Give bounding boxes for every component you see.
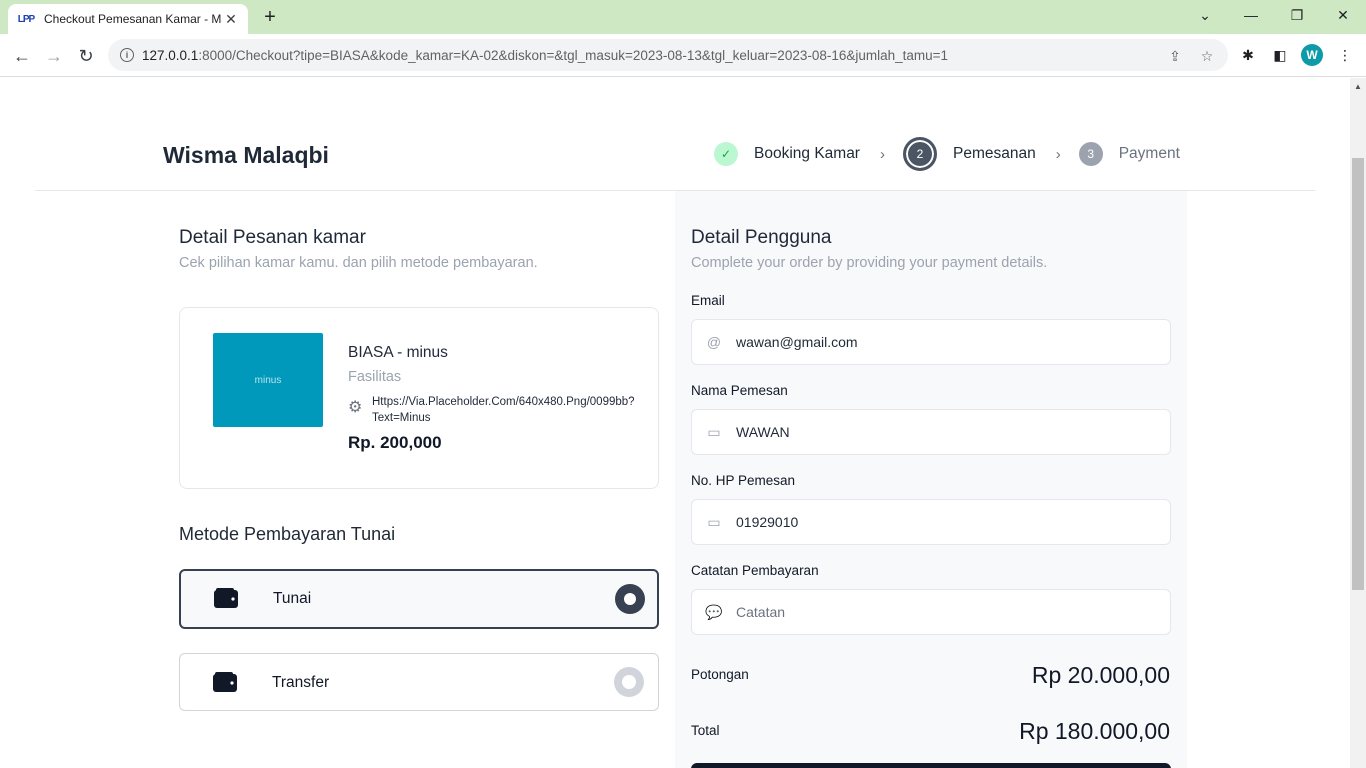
payment-option-tunai[interactable]: Tunai bbox=[179, 569, 659, 629]
page-scrollbar[interactable]: ▲ bbox=[1350, 78, 1366, 768]
side-panel-icon[interactable]: ◧ bbox=[1269, 44, 1291, 66]
total-value: Rp 180.000,00 bbox=[1019, 718, 1170, 744]
payment-method-title: Metode Pembayaran Tunai bbox=[179, 524, 396, 544]
room-name: BIASA - minus bbox=[348, 344, 448, 361]
discount-label: Potongan bbox=[691, 667, 749, 682]
browser-tab[interactable]: LPP Checkout Pemesanan Kamar - Malaqbi ✕ bbox=[8, 4, 248, 34]
close-window-icon[interactable]: ✕ bbox=[1320, 0, 1366, 30]
name-input[interactable] bbox=[736, 424, 1156, 440]
submit-button[interactable] bbox=[691, 763, 1171, 768]
radio-unselected[interactable] bbox=[614, 667, 644, 697]
restore-icon[interactable]: ❐ bbox=[1274, 0, 1320, 30]
step-upcoming-number: 3 bbox=[1078, 142, 1103, 166]
tab-close-icon[interactable]: ✕ bbox=[222, 10, 240, 28]
payment-option-label: Tunai bbox=[273, 590, 312, 607]
new-tab-plus-icon[interactable]: + bbox=[258, 5, 282, 29]
chat-bubbles-icon: 💬 bbox=[705, 603, 723, 620]
phone-field[interactable]: ▭ bbox=[691, 499, 1171, 545]
back-arrow-icon[interactable]: ← bbox=[8, 42, 36, 70]
wallet-icon bbox=[214, 588, 238, 608]
scroll-up-icon[interactable]: ▲ bbox=[1354, 82, 1362, 91]
payment-option-label: Transfer bbox=[272, 674, 330, 691]
tab-search-chevron-icon[interactable]: ⌄ bbox=[1182, 0, 1228, 30]
total-label: Total bbox=[691, 723, 720, 738]
notes-field[interactable]: 💬 bbox=[691, 589, 1171, 635]
brand-title: Wisma Malaqbi bbox=[163, 142, 329, 168]
scroll-thumb[interactable] bbox=[1352, 158, 1364, 590]
radio-selected[interactable] bbox=[615, 584, 645, 614]
room-facilities-label: Fasilitas bbox=[348, 369, 402, 385]
id-card-icon: ▭ bbox=[707, 423, 721, 440]
email-field[interactable]: @ bbox=[691, 319, 1171, 365]
room-image: minus bbox=[213, 333, 323, 427]
name-label: Nama Pemesan bbox=[691, 383, 788, 398]
id-card-icon: ▭ bbox=[707, 513, 721, 530]
notes-label: Catatan Pembayaran bbox=[691, 563, 819, 578]
step-active-number: 2 bbox=[902, 137, 937, 171]
at-sign-icon: @ bbox=[706, 334, 722, 350]
step-label-pemesanan: Pemesanan bbox=[952, 145, 1036, 162]
site-info-icon[interactable]: i bbox=[120, 48, 134, 62]
user-section-subtitle: Complete your order by providing your pa… bbox=[691, 255, 1048, 271]
gear-icon: ⚙ bbox=[348, 399, 363, 416]
bookmark-star-icon[interactable]: ☆ bbox=[1198, 47, 1216, 65]
order-section-title: Detail Pesanan kamar bbox=[179, 227, 366, 248]
wallet-icon bbox=[213, 672, 237, 692]
site-favicon-icon: LPP bbox=[17, 13, 35, 25]
name-field[interactable]: ▭ bbox=[691, 409, 1171, 455]
room-price: Rp. 200,000 bbox=[348, 433, 442, 452]
payment-option-transfer[interactable]: Transfer bbox=[179, 653, 659, 711]
phone-input[interactable] bbox=[736, 514, 1156, 530]
step-done-check-icon: ✓ bbox=[714, 142, 738, 166]
step-label-payment: Payment bbox=[1118, 145, 1180, 162]
reload-icon[interactable]: ↻ bbox=[72, 42, 100, 70]
notes-input[interactable] bbox=[736, 604, 1156, 620]
browser-toolbar: ← → ↻ i 127.0.0.1:8000/Checkout?tipe=BIA… bbox=[0, 34, 1366, 77]
forward-arrow-icon[interactable]: → bbox=[40, 42, 68, 70]
email-input[interactable] bbox=[736, 334, 1156, 350]
room-card: minus BIASA - minus Fasilitas ⚙ Https://… bbox=[179, 307, 659, 489]
profile-avatar[interactable]: W bbox=[1301, 44, 1323, 66]
step-label-booking: Booking Kamar bbox=[754, 145, 860, 162]
tab-title: Checkout Pemesanan Kamar - Malaqbi bbox=[44, 12, 222, 26]
checkout-stepper: ✓ Booking Kamar › 2 Pemesanan › 3 Paymen… bbox=[714, 137, 1180, 171]
step-chevron-icon: › bbox=[1055, 145, 1061, 163]
room-facilities-value: Https://Via.Placeholder.Com/640x480.Png/… bbox=[372, 396, 635, 424]
discount-value: Rp 20.000,00 bbox=[1031, 662, 1170, 688]
user-section-title: Detail Pengguna bbox=[691, 227, 832, 248]
browser-tab-strip: LPP Checkout Pemesanan Kamar - Malaqbi ✕… bbox=[0, 0, 1366, 34]
url-path: :8000/Checkout?tipe=BIASA&kode_kamar=KA-… bbox=[198, 47, 949, 63]
share-icon[interactable]: ⇪ bbox=[1166, 47, 1184, 65]
address-bar[interactable]: i 127.0.0.1:8000/Checkout?tipe=BIASA&kod… bbox=[108, 39, 1228, 71]
url-host: 127.0.0.1 bbox=[142, 47, 199, 63]
minimize-icon[interactable]: — bbox=[1228, 0, 1274, 30]
extensions-puzzle-icon[interactable]: ✱ bbox=[1237, 44, 1259, 66]
order-section-subtitle: Cek pilihan kamar kamu. dan pilih metode… bbox=[179, 255, 538, 271]
url-text: 127.0.0.1:8000/Checkout?tipe=BIASA&kode_… bbox=[142, 48, 948, 63]
step-chevron-icon: › bbox=[879, 145, 885, 163]
browser-menu-kebab-icon[interactable]: ⋮ bbox=[1334, 44, 1356, 66]
phone-label: No. HP Pemesan bbox=[691, 473, 796, 488]
checkout-page: Wisma Malaqbi ✓ Booking Kamar › 2 Pemesa… bbox=[0, 78, 1350, 768]
email-label: Email bbox=[691, 293, 725, 308]
